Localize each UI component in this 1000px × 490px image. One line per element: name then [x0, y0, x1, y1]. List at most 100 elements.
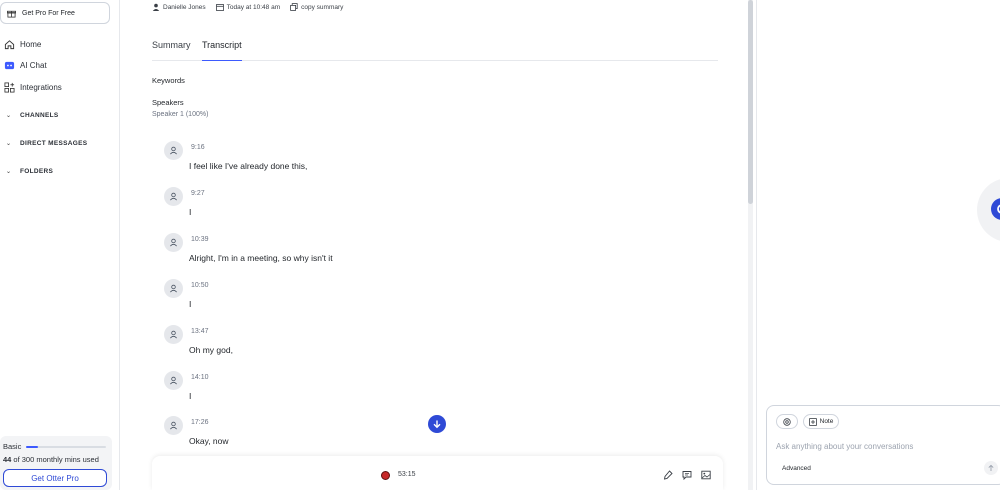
transcript-timestamp[interactable]: 13:47	[191, 328, 209, 335]
scroll-to-bottom-button[interactable]	[428, 415, 446, 433]
at-icon	[783, 417, 791, 426]
chevron-down-icon: ⌄	[6, 168, 12, 175]
person-icon	[169, 376, 178, 385]
sidebar: Get Pro For Free Home AI Chat Integratio…	[0, 0, 120, 490]
note-button[interactable]: Note	[803, 414, 839, 429]
sidebar-section-label: DIRECT MESSAGES	[20, 139, 88, 147]
sidebar-item-label: AI Chat	[20, 60, 47, 70]
tab-summary[interactable]: Summary	[152, 37, 191, 61]
transcript-text: I	[189, 298, 192, 309]
speakers-heading: Speakers	[152, 98, 184, 107]
elapsed-time: 53:15	[398, 471, 416, 478]
otter-assistant-button[interactable]	[977, 178, 1000, 242]
tab-bar: Summary Transcript	[152, 37, 718, 61]
person-icon	[169, 284, 178, 293]
integrations-icon	[4, 82, 15, 93]
transcript-entry[interactable]: 13:47 Oh my god,	[164, 324, 614, 365]
speaker-avatar[interactable]	[164, 232, 183, 252]
sidebar-item-ai-chat[interactable]: AI Chat	[4, 56, 47, 74]
speaker-avatar[interactable]	[164, 186, 183, 206]
transcript-timestamp[interactable]: 9:27	[191, 190, 205, 197]
sidebar-item-home[interactable]: Home	[4, 35, 41, 53]
sidebar-section-label: CHANNELS	[20, 111, 59, 119]
speaker-avatar[interactable]	[164, 324, 183, 344]
get-pro-free-button[interactable]: Get Pro For Free	[0, 2, 110, 24]
user-avatar-icon	[152, 3, 160, 11]
arrow-down-icon	[433, 420, 441, 429]
speaker-avatar[interactable]	[164, 370, 183, 390]
transcript-entry[interactable]: 9:16 I feel like I've already done this,	[164, 141, 614, 181]
audio-player: 53:15	[152, 456, 723, 490]
date-text: Today at 10:48 am	[226, 3, 281, 11]
comment-icon[interactable]	[682, 470, 692, 480]
speaker-avatar[interactable]	[164, 278, 183, 298]
calendar-icon	[215, 3, 224, 11]
sidebar-item-label: Integrations	[20, 82, 62, 92]
person-icon	[169, 238, 178, 247]
owner: Danielle Jones	[152, 3, 206, 11]
conversation-meta: Danielle Jones Today at 10:48 am copy su…	[152, 2, 353, 12]
sidebar-section-channels[interactable]: ⌄ CHANNELS	[6, 107, 59, 123]
ai-chat-icon	[4, 60, 15, 71]
transcript-text: I	[189, 206, 192, 217]
ai-chat-panel: Note Advanced	[756, 0, 1000, 490]
speaker-avatar[interactable]	[164, 141, 183, 160]
note-label: Note	[819, 418, 834, 425]
transcript-timestamp[interactable]: 14:10	[191, 374, 209, 381]
person-icon	[169, 146, 178, 155]
transcript-text: I	[189, 390, 192, 401]
usage-minutes-rest: of 300 monthly mins used	[11, 455, 99, 464]
mention-button[interactable]	[776, 414, 798, 429]
usage-progress-fill	[26, 446, 38, 448]
owner-name: Danielle Jones	[163, 3, 206, 11]
main-scrollbar-thumb[interactable]	[748, 0, 753, 204]
transcript-timestamp[interactable]: 10:39	[191, 236, 209, 243]
otter-logo-icon	[991, 198, 1000, 220]
chevron-down-icon: ⌄	[6, 112, 12, 119]
sidebar-item-label: Home	[20, 39, 42, 49]
main-content: Danielle Jones Today at 10:48 am copy su…	[121, 0, 753, 490]
tab-transcript[interactable]: Transcript	[202, 37, 242, 61]
sidebar-section-label: FOLDERS	[20, 167, 54, 175]
transcript-entry[interactable]: 10:50 I	[164, 278, 614, 319]
person-icon	[169, 192, 178, 201]
transcript-text: Okay, now	[189, 436, 229, 447]
get-pro-free-label: Get Pro For Free	[22, 9, 75, 17]
chat-composer: Note Advanced	[766, 405, 1000, 485]
highlight-pen-icon[interactable]	[663, 470, 673, 480]
gift-icon	[7, 9, 16, 18]
sidebar-section-direct-messages[interactable]: ⌄ DIRECT MESSAGES	[6, 135, 87, 151]
transcript-text: I feel like I've already done this,	[189, 161, 308, 171]
main-scrollbar[interactable]	[748, 0, 753, 490]
arrow-up-icon	[988, 464, 994, 471]
chat-input[interactable]	[776, 440, 976, 452]
plan-name: Basic	[3, 442, 22, 451]
transcript-entry[interactable]: 17:26 Okay, now	[164, 416, 614, 456]
transcript-text: Alright, I'm in a meeting, so why isn't …	[189, 252, 333, 263]
sidebar-section-folders[interactable]: ⌄ FOLDERS	[6, 163, 53, 179]
speaker-avatar[interactable]	[164, 416, 183, 436]
transcript-text: Oh my god,	[189, 344, 233, 355]
usage-progress-bar	[26, 446, 106, 448]
sidebar-item-integrations[interactable]: Integrations	[4, 78, 62, 96]
date: Today at 10:48 am	[215, 3, 281, 11]
transcript-timestamp[interactable]: 10:50	[191, 282, 209, 289]
advanced-toggle[interactable]: Advanced	[782, 465, 811, 472]
note-icon	[808, 417, 817, 426]
chevron-down-icon: ⌄	[6, 140, 12, 147]
get-otter-pro-button[interactable]: Get Otter Pro	[3, 469, 107, 487]
transcript-entry[interactable]: 10:39 Alright, I'm in a meeting, so why i…	[164, 232, 614, 273]
transcript-entry[interactable]: 14:10 I	[164, 370, 614, 411]
speaker-share: Speaker 1 (100%)	[152, 111, 209, 118]
transcript-timestamp[interactable]: 9:16	[191, 144, 205, 151]
recording-icon[interactable]	[381, 471, 390, 480]
image-icon[interactable]	[701, 470, 711, 480]
copy-icon	[290, 3, 298, 11]
transcript-entry[interactable]: 9:27 I	[164, 186, 614, 227]
usage-text: 44 of 300 monthly mins used	[3, 455, 99, 464]
keywords-heading: Keywords	[152, 76, 185, 85]
transcript-timestamp[interactable]: 17:26	[191, 419, 209, 426]
copy-summary-link[interactable]: copy summary	[290, 3, 343, 11]
send-button[interactable]	[984, 461, 998, 475]
copy-summary-label: copy summary	[301, 3, 344, 11]
